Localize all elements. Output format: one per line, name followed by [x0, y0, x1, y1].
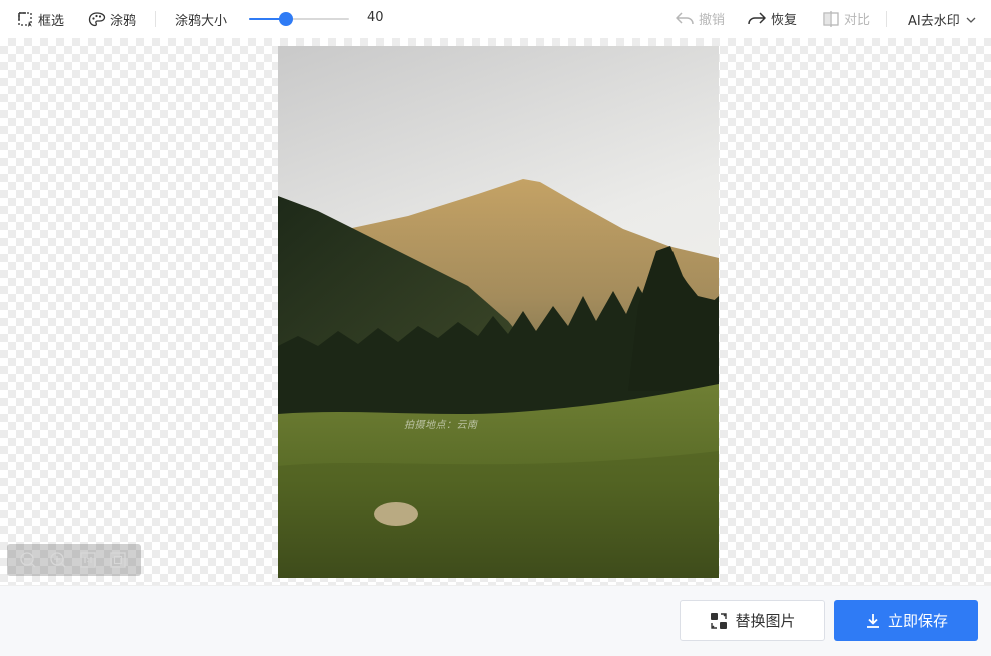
- brush-tool-button[interactable]: 涂鸦: [88, 10, 136, 29]
- landscape-photo[interactable]: 拍摄地点：云南: [278, 46, 719, 578]
- editor-toolbar: 框选 涂鸦 涂鸦大小 40 撤销 恢复 对比 AI去水印: [0, 0, 991, 38]
- redo-icon: [748, 11, 766, 24]
- select-tool-label: 框选: [38, 14, 65, 29]
- brush-tool-label: 涂鸦: [110, 14, 137, 29]
- select-tool-button[interactable]: 框选: [17, 10, 64, 29]
- zoom-controls: [7, 544, 141, 576]
- compare-icon: [823, 10, 839, 27]
- mode-label: AI去水印: [908, 14, 960, 29]
- zoom-out-button[interactable]: [18, 550, 38, 570]
- brush-size-slider[interactable]: [249, 12, 349, 26]
- brush-size-label: 涂鸦大小: [175, 14, 228, 29]
- photo-image: [278, 46, 719, 578]
- save-now-button[interactable]: 立即保存: [834, 600, 978, 641]
- brush-icon: [88, 12, 106, 27]
- compare-button[interactable]: 对比: [822, 9, 870, 28]
- fit-screen-icon: [110, 552, 126, 568]
- redo-label: 恢复: [771, 13, 798, 28]
- redo-button[interactable]: 恢复: [747, 9, 797, 28]
- fit-screen-button[interactable]: [108, 550, 128, 570]
- save-now-label: 立即保存: [887, 612, 948, 630]
- toolbar-divider: [155, 11, 156, 27]
- undo-button[interactable]: 撤销: [675, 9, 725, 28]
- select-rect-icon: [18, 12, 32, 27]
- actual-size-icon: [80, 552, 96, 568]
- mode-dropdown[interactable]: AI去水印: [908, 10, 977, 29]
- replace-image-button[interactable]: 替换图片: [680, 600, 825, 641]
- slider-thumb[interactable]: [279, 12, 293, 26]
- toolbar-divider: [886, 11, 887, 27]
- bottom-action-bar: 替换图片 立即保存: [0, 585, 991, 656]
- replace-image-icon: [711, 612, 728, 629]
- zoom-in-icon: [50, 552, 66, 568]
- replace-image-label: 替换图片: [735, 612, 796, 630]
- zoom-out-icon: [20, 552, 36, 568]
- editing-canvas[interactable]: 拍摄地点：云南: [0, 38, 991, 585]
- undo-icon: [676, 11, 694, 24]
- undo-label: 撤销: [699, 13, 726, 28]
- zoom-in-button[interactable]: [48, 550, 68, 570]
- chevron-down-icon: [966, 17, 976, 23]
- actual-size-button[interactable]: [78, 550, 98, 570]
- watermark-text: 拍摄地点：云南: [404, 420, 478, 431]
- compare-label: 对比: [844, 13, 871, 28]
- brush-size-value: 40: [367, 10, 384, 25]
- download-icon: [866, 613, 879, 628]
